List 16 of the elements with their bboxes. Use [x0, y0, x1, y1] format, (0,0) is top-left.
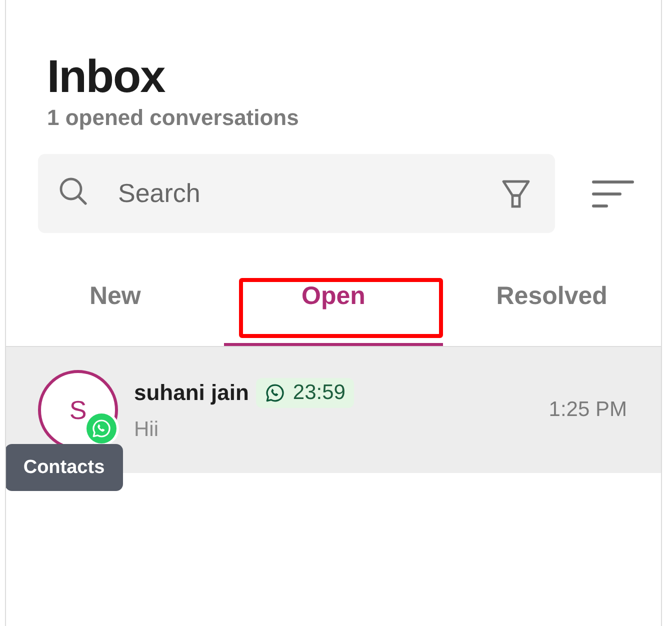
search-icon — [59, 177, 87, 205]
phone-bubble-icon — [264, 383, 285, 403]
search-field[interactable]: Search — [38, 154, 555, 233]
message-time: 1:25 PM — [548, 398, 627, 422]
tab[interactable]: Resolved — [442, 250, 661, 346]
filter-icon[interactable] — [502, 180, 530, 208]
conversation-count: 1 opened conversations — [47, 106, 299, 130]
inbox-title: Inbox — [47, 52, 165, 100]
avatar-initial: S — [69, 395, 87, 425]
message-preview: Hii — [134, 418, 158, 442]
phone-bubble-icon — [84, 411, 119, 446]
contact-name: suhani jain — [134, 380, 249, 406]
tooltip: Contacts — [6, 444, 123, 491]
tab[interactable]: New — [6, 250, 224, 346]
sort-icon[interactable] — [592, 180, 634, 208]
timer-text: 23:59 — [292, 381, 346, 405]
